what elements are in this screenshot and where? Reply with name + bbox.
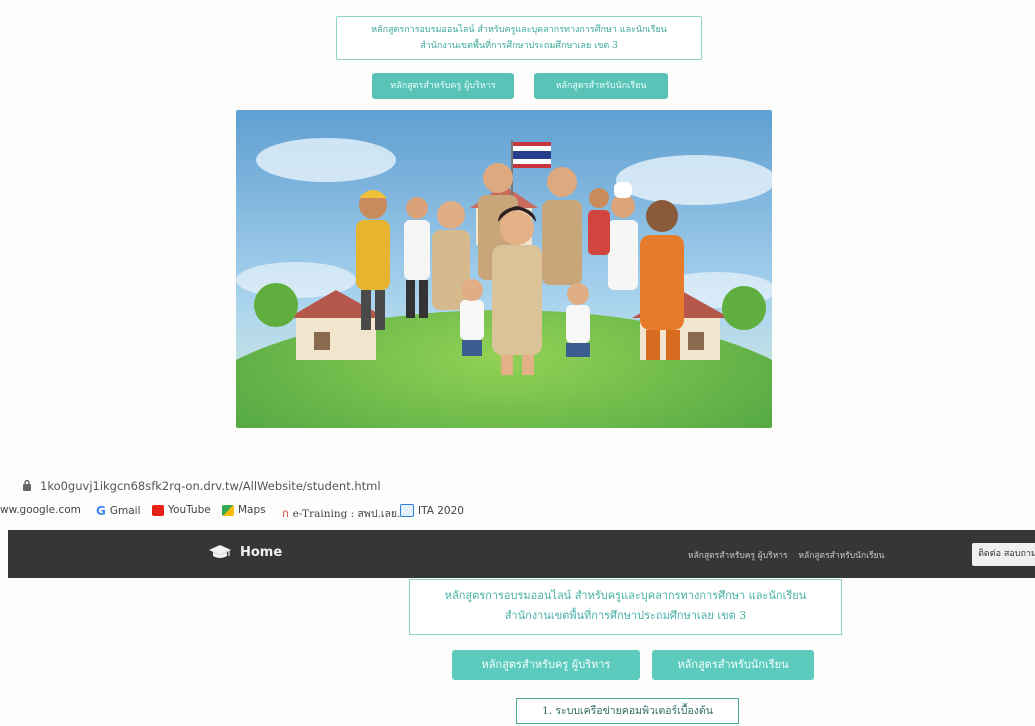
main-title-box: หลักสูตรการอบรมออนไลน์ สำหรับครูและบุคลา… <box>409 579 842 635</box>
maps-icon <box>222 504 234 516</box>
bookmark-ita[interactable]: ITA 2020 <box>400 504 464 517</box>
main-title-line1: หลักสูตรการอบรมออนไลน์ สำหรับครูและบุคลา… <box>444 589 807 602</box>
contact-button[interactable]: ติดต่อ สอบถาม <box>972 543 1035 566</box>
nav-link-student[interactable]: หลักสูตรสำหรับนักเรียน <box>798 551 884 561</box>
bookmark-maps[interactable]: Maps <box>222 504 266 516</box>
bookmark-label: e-Training : สพป.เลย... <box>292 507 408 520</box>
bookmarks-bar: ww.google.com G Gmail YouTube Maps ก e-T… <box>0 500 1035 522</box>
top-student-course-button[interactable]: หลักสูตรสำหรับนักเรียน <box>534 73 668 99</box>
bookmark-label: YouTube <box>168 504 211 516</box>
hero-illustration-graphic <box>236 110 772 428</box>
url-text[interactable]: 1ko0guvj1ikgcn68sfk2rq-on.drv.tw/AllWebs… <box>40 479 381 493</box>
main-title-line2: สำนักงานเขตพื้นที่การศึกษาประถมศึกษาเลย … <box>504 609 747 622</box>
bookmark-google-search[interactable]: ww.google.com <box>0 504 81 516</box>
bookmark-label: Gmail <box>109 505 141 517</box>
student-course-button[interactable]: หลักสูตรสำหรับนักเรียน <box>652 650 814 680</box>
site-navbar: Home หลักสูตรสำหรับครู ผู้บริหาร หลักสูต… <box>8 530 1035 578</box>
bookmark-gmail[interactable]: G Gmail <box>96 504 141 518</box>
e-training-icon: ก <box>282 507 289 520</box>
google-icon: G <box>96 504 106 518</box>
nav-link-teacher[interactable]: หลักสูตรสำหรับครู ผู้บริหาร <box>688 551 788 561</box>
address-bar[interactable]: 1ko0guvj1ikgcn68sfk2rq-on.drv.tw/AllWebs… <box>0 474 1035 500</box>
teacher-course-button[interactable]: หลักสูตรสำหรับครู ผู้บริหาร <box>452 650 640 680</box>
nav-links: หลักสูตรสำหรับครู ผู้บริหาร หลักสูตรสำหร… <box>688 548 884 562</box>
bookmark-label: ww.google.com <box>0 504 81 516</box>
top-teacher-course-button[interactable]: หลักสูตรสำหรับครู ผู้บริหาร <box>372 73 514 99</box>
bookmark-label: Maps <box>238 504 266 516</box>
top-title-box: หลักสูตรการอบรมออนไลน์ สำหรับครูและบุคลา… <box>336 16 702 60</box>
lock-icon <box>23 479 31 491</box>
bookmark-label: ITA 2020 <box>418 504 464 517</box>
home-label: Home <box>240 544 283 560</box>
bookmark-youtube[interactable]: YouTube <box>152 504 211 516</box>
top-title-line2: สำนักงานเขตพื้นที่การศึกษาประถมศึกษาเลย … <box>420 41 618 51</box>
home-link[interactable]: Home <box>208 544 282 560</box>
top-title-line1: หลักสูตรการอบรมออนไลน์ สำหรับครูและบุคลา… <box>371 25 667 35</box>
hero-illustration <box>236 110 772 428</box>
youtube-icon <box>152 504 164 516</box>
bookmark-e-training[interactable]: ก e-Training : สพป.เลย... <box>282 504 407 522</box>
graduation-cap-icon <box>209 545 231 558</box>
ita-icon <box>400 504 414 517</box>
course-item[interactable]: 1. ระบบเครือข่ายคอมพิวเตอร์เบื้องต้น <box>516 698 739 724</box>
